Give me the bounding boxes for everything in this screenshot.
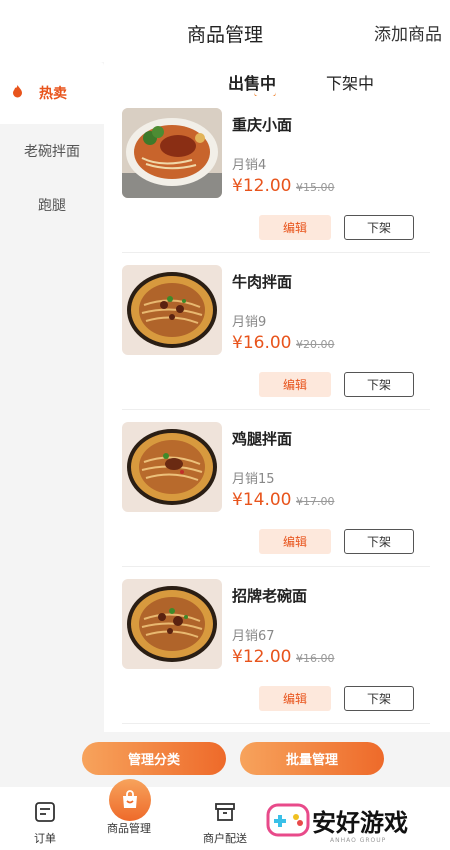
edit-button[interactable]: 编辑 — [259, 529, 331, 554]
product-name: 牛肉拌面 — [232, 273, 293, 291]
original-price: ¥15.00 — [296, 181, 335, 194]
product-image — [122, 422, 222, 512]
category-sidebar: 热卖 老碗拌面 跑腿 — [0, 62, 104, 732]
shopping-bag-icon[interactable] — [109, 779, 151, 821]
watermark-subtext: ANHAO GROUP — [330, 837, 387, 844]
monthly-sales: 月销9 — [232, 315, 267, 330]
product-name: 招牌老碗面 — [232, 587, 308, 605]
product-image — [122, 108, 222, 198]
take-off-shelf-button[interactable]: 下架 — [344, 686, 414, 711]
take-off-shelf-button[interactable]: 下架 — [344, 372, 414, 397]
monthly-sales: 月销67 — [232, 629, 275, 644]
product-card[interactable]: 鸡腿拌面 月销15 ¥14.00 ¥17.00 编辑 下架 — [122, 410, 430, 567]
product-card[interactable]: 招牌老碗面 月销67 ¥12.00 ¥16.00 编辑 下架 — [122, 567, 430, 724]
take-off-shelf-button[interactable]: 下架 — [344, 215, 414, 240]
manage-category-button[interactable]: 管理分类 — [82, 742, 226, 775]
tab-label: 订单 — [34, 832, 56, 845]
tab-products[interactable]: 商品管理 — [94, 820, 164, 836]
product-card[interactable]: 重庆小面 月销4 ¥12.00 ¥15.00 编辑 下架 — [122, 96, 430, 253]
tab-label: 商品管理 — [107, 822, 151, 835]
edit-button[interactable]: 编辑 — [259, 686, 331, 711]
watermark-text: 安好游戏 — [312, 809, 408, 837]
product-name: 鸡腿拌面 — [232, 430, 293, 448]
gamepad-icon — [266, 803, 310, 837]
store-icon — [190, 801, 260, 826]
flame-icon — [12, 84, 23, 102]
sidebar-item-label: 热卖 — [39, 86, 67, 102]
tab-orders[interactable]: 订单 — [10, 801, 80, 846]
tab-delivery[interactable]: 商户配送 — [190, 801, 260, 846]
sidebar-item-label: 跑腿 — [38, 198, 66, 214]
top-header: 商品管理 添加商品 — [0, 0, 450, 62]
tab-label: 商户配送 — [203, 832, 247, 845]
product-price: ¥12.00 — [232, 647, 292, 667]
product-list: 重庆小面 月销4 ¥12.00 ¥15.00 编辑 下架 牛肉拌面 月销9 ¥1… — [104, 96, 450, 732]
sidebar-item-hot[interactable]: 热卖 — [0, 62, 104, 124]
monthly-sales: 月销15 — [232, 472, 275, 487]
bottom-action-bar: 管理分类 批量管理 — [0, 732, 450, 787]
sidebar-item-errand[interactable]: 跑腿 — [0, 178, 104, 232]
tab-on-sale[interactable]: 出售中 — [228, 70, 276, 94]
edit-button[interactable]: 编辑 — [259, 215, 331, 240]
original-price: ¥16.00 — [296, 652, 335, 665]
batch-manage-button[interactable]: 批量管理 — [240, 742, 384, 775]
add-product-button[interactable]: 添加商品 — [374, 20, 442, 45]
product-name: 重庆小面 — [232, 116, 293, 134]
tab-off-shelf[interactable]: 下架中 — [326, 70, 374, 94]
product-price: ¥14.00 — [232, 490, 292, 510]
original-price: ¥20.00 — [296, 338, 335, 351]
watermark-logo: 安好游戏 ANHAO GROUP — [262, 797, 450, 847]
monthly-sales: 月销4 — [232, 158, 267, 173]
sidebar-item-noodles[interactable]: 老碗拌面 — [0, 124, 104, 178]
product-card[interactable]: 牛肉拌面 月销9 ¥16.00 ¥20.00 编辑 下架 — [122, 253, 430, 410]
original-price: ¥17.00 — [296, 495, 335, 508]
edit-button[interactable]: 编辑 — [259, 372, 331, 397]
sidebar-item-label: 老碗拌面 — [24, 144, 80, 160]
orders-icon — [10, 801, 80, 826]
product-image — [122, 265, 222, 355]
product-price: ¥12.00 — [232, 176, 292, 196]
take-off-shelf-button[interactable]: 下架 — [344, 529, 414, 554]
product-price: ¥16.00 — [232, 333, 292, 353]
product-image — [122, 579, 222, 669]
